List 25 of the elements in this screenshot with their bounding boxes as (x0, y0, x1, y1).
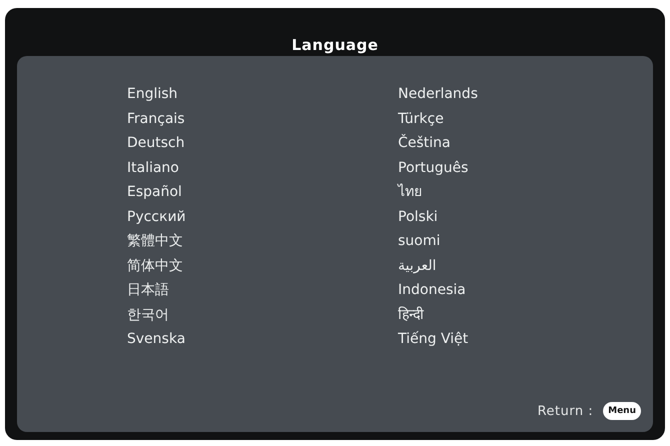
language-option[interactable]: Português (398, 156, 468, 180)
language-option[interactable]: Русский (127, 204, 186, 229)
language-option[interactable]: Türkçe (398, 106, 444, 131)
language-option[interactable]: Čeština (398, 131, 451, 156)
language-option[interactable]: Polski (398, 204, 438, 229)
language-option[interactable]: Italiano (127, 156, 179, 180)
language-option[interactable]: 简体中文 (127, 254, 183, 278)
language-option[interactable]: हिन्दी (398, 302, 424, 327)
language-option[interactable]: Nederlands (398, 82, 478, 106)
language-option[interactable]: 한국어 (127, 302, 169, 327)
language-option[interactable]: English (127, 82, 178, 106)
language-option[interactable]: العربية (398, 254, 436, 278)
language-option[interactable]: Svenska (127, 327, 186, 352)
language-option[interactable]: Español (127, 180, 182, 204)
language-option[interactable]: Français (127, 106, 185, 131)
window-title: Language (292, 35, 378, 56)
language-option[interactable]: suomi (398, 229, 440, 254)
language-option[interactable]: 繁體中文 (127, 229, 183, 254)
language-option[interactable]: 日本語 (127, 278, 169, 302)
menu-key-badge: Menu (603, 402, 641, 420)
return-label: Return : (537, 404, 594, 418)
language-option[interactable]: ไทย (398, 180, 422, 204)
language-option[interactable]: Deutsch (127, 131, 185, 156)
language-option[interactable]: Indonesia (398, 278, 466, 302)
language-option[interactable]: Tiếng Việt (398, 327, 468, 352)
